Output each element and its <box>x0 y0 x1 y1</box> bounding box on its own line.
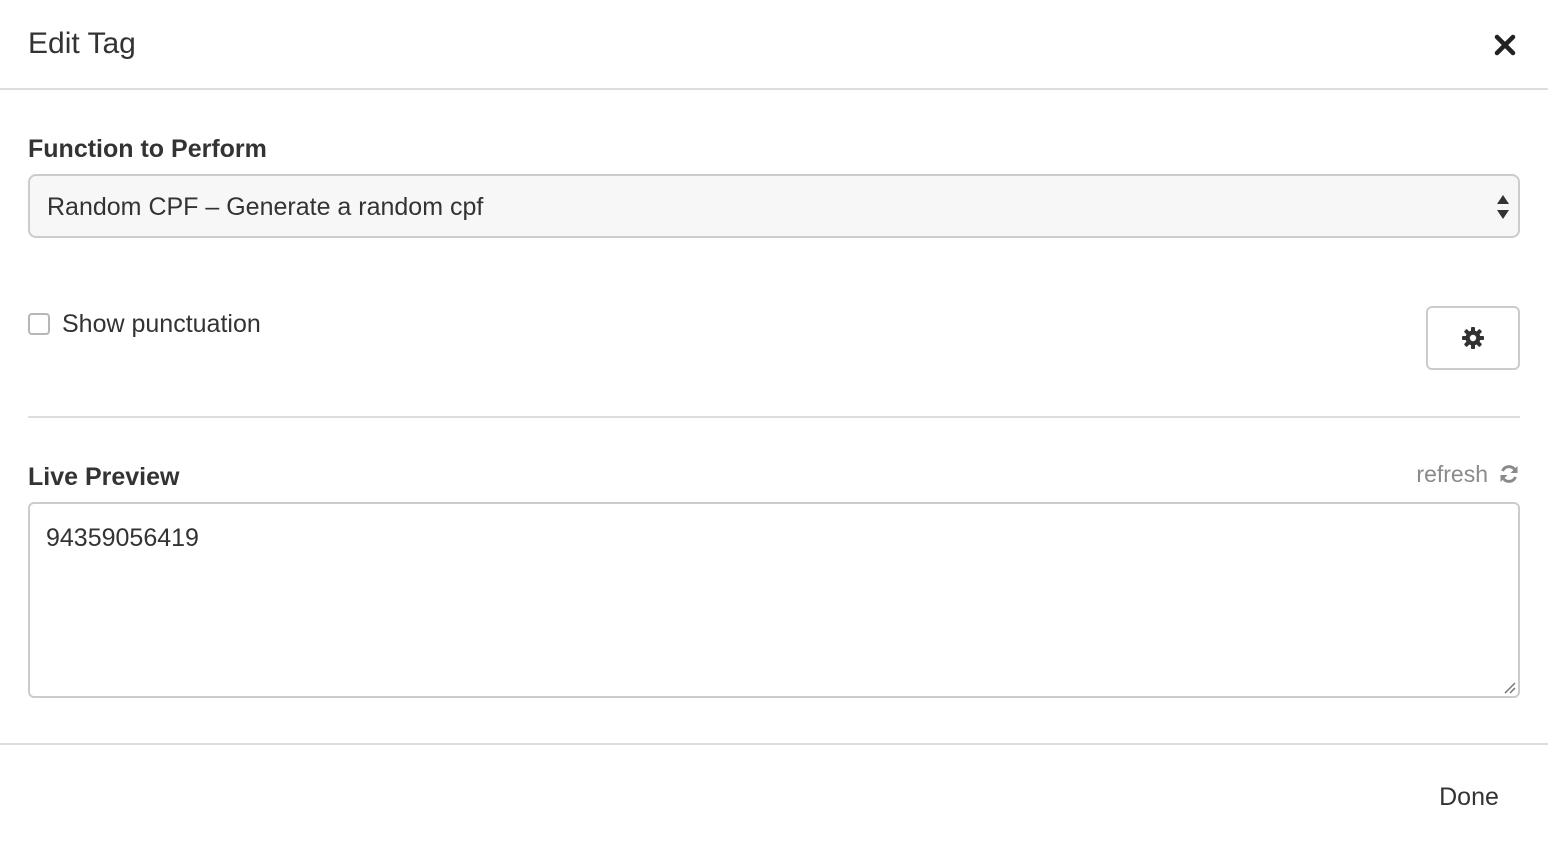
select-arrows-icon <box>1497 195 1509 219</box>
show-punctuation-row[interactable]: Show punctuation <box>28 306 261 342</box>
close-icon <box>1494 34 1516 56</box>
function-select-value: Random CPF – Generate a random cpf <box>47 193 484 221</box>
live-preview-label: Live Preview <box>28 463 180 491</box>
refresh-link[interactable]: refresh <box>1416 458 1520 490</box>
show-punctuation-label: Show punctuation <box>62 310 261 338</box>
edit-tag-dialog: Edit Tag Function to Perform Random CPF … <box>0 0 1548 844</box>
gear-icon <box>1462 327 1484 349</box>
function-select[interactable]: Random CPF – Generate a random cpf <box>28 174 1520 238</box>
resize-handle-icon[interactable] <box>1502 680 1516 694</box>
settings-button[interactable] <box>1426 306 1520 370</box>
live-preview-value: 94359056419 <box>46 524 199 552</box>
dialog-title: Edit Tag <box>28 27 136 60</box>
close-button[interactable] <box>1488 28 1522 62</box>
section-divider <box>28 416 1520 418</box>
live-preview-textarea[interactable]: 94359056419 <box>28 502 1520 698</box>
dialog-header: Edit Tag <box>0 0 1548 90</box>
function-label: Function to Perform <box>28 135 267 163</box>
done-button[interactable]: Done <box>1416 775 1522 819</box>
refresh-label: refresh <box>1416 461 1488 487</box>
refresh-icon <box>1500 465 1518 483</box>
show-punctuation-checkbox[interactable] <box>28 313 50 335</box>
dialog-footer: Done <box>0 743 1548 846</box>
